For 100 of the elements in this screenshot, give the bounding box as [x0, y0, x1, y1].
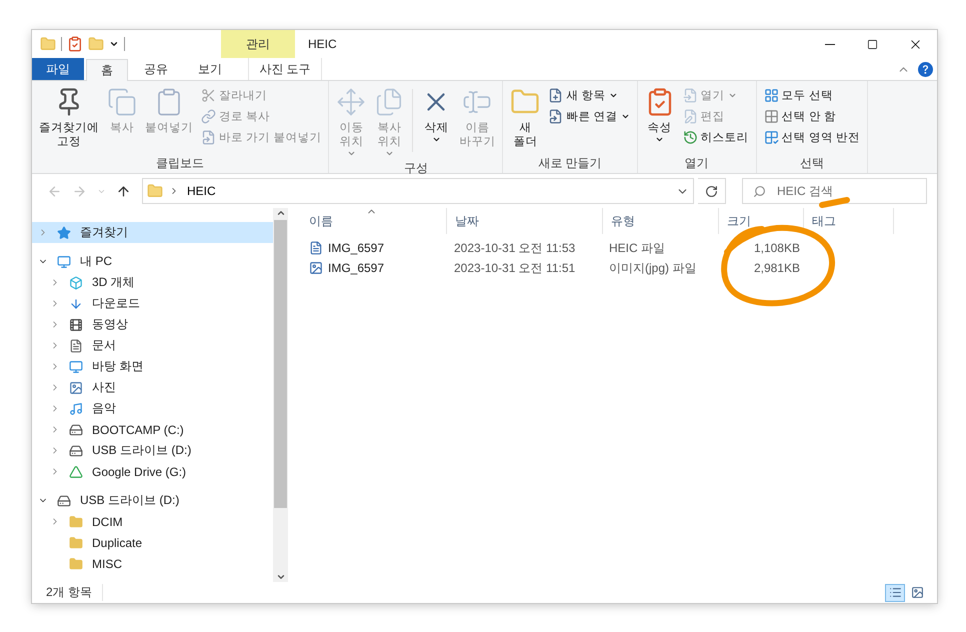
tree-item[interactable]: DCIM: [32, 511, 273, 532]
scroll-down-icon[interactable]: [276, 572, 286, 582]
ribbon-button[interactable]: 삭제: [418, 85, 454, 160]
context-tab-group: 관리: [221, 30, 295, 58]
tree-label: 다운로드: [92, 295, 140, 312]
tree-item[interactable]: 문서: [32, 335, 273, 356]
ribbon-tab[interactable]: 보기: [184, 58, 236, 80]
ribbon-icon: [336, 87, 366, 117]
tree-item[interactable]: Duplicate: [32, 532, 273, 553]
column-header[interactable]: 유형: [603, 208, 719, 234]
tree-item[interactable]: USB 드라이브 (D:): [32, 440, 273, 461]
folder-icon[interactable]: [40, 36, 56, 52]
scroll-up-icon[interactable]: [276, 208, 286, 218]
column-header[interactable]: 크기: [719, 208, 804, 234]
ribbon-icon: [764, 88, 779, 102]
ribbon-button[interactable]: 즐겨찾기에 고정: [36, 85, 102, 155]
ribbon-tab[interactable]: 파일: [32, 58, 84, 80]
ribbon-icon: [201, 130, 216, 144]
ribbon-tab[interactable]: 공유: [130, 58, 182, 80]
scrollbar[interactable]: [273, 208, 288, 582]
group-label: 새로 만들기: [537, 155, 603, 172]
date-cell-text: 2023-10-31 오전 11:53: [453, 240, 576, 256]
column-header[interactable]: 태그: [804, 208, 894, 234]
ribbon-icon: [764, 108, 779, 124]
tree-label: 음악: [92, 400, 116, 417]
tree-item[interactable]: Google Drive (G:): [32, 461, 273, 482]
size-cell-text: 1,108KB: [752, 241, 801, 255]
caret-icon: [655, 135, 664, 144]
ribbon-button[interactable]: 빠른 연결: [545, 106, 633, 126]
tree-label: 문서: [92, 337, 116, 354]
type-cell-text: HEIC 파일: [608, 240, 666, 256]
help-icon[interactable]: [918, 62, 933, 76]
ribbon-button[interactable]: 속성: [642, 85, 678, 155]
picture-icon: [68, 380, 84, 396]
tree-label: USB 드라이브 (D:): [80, 492, 180, 509]
star-icon: [56, 224, 72, 240]
tree-item[interactable]: 동영상: [32, 314, 273, 335]
tree-item[interactable]: 즐겨찾기: [32, 222, 273, 243]
ribbon-tab[interactable]: 홈: [86, 59, 128, 81]
caret-icon: [384, 149, 394, 158]
breadcrumb[interactable]: HEIC: [185, 184, 670, 198]
ribbon-button[interactable]: 새 폴더: [507, 85, 544, 155]
tree-item[interactable]: 내 PC: [32, 251, 273, 272]
tree-item[interactable]: BOOTCAMP (C:): [32, 419, 273, 440]
tree-item[interactable]: USB 드라이브 (D:): [32, 490, 273, 511]
name-cell: IMG_6597: [301, 261, 446, 275]
tree-label: 3D 개체: [92, 274, 135, 291]
caret-icon[interactable]: [109, 39, 119, 49]
properties-icon[interactable]: [67, 36, 83, 52]
pc-icon: [56, 254, 72, 270]
tree-label: MISC: [92, 556, 122, 570]
ribbon-button[interactable]: 히스토리: [680, 127, 752, 147]
ribbon-button[interactable]: 모두 선택: [760, 85, 863, 105]
ribbon-icon: [201, 88, 216, 102]
tree-item[interactable]: 음악: [32, 398, 273, 419]
group-label: 열기: [684, 155, 710, 172]
tree-label: 사진: [92, 379, 116, 396]
cube-icon: [68, 274, 84, 290]
tree-label: 동영상: [92, 316, 128, 333]
column-header[interactable]: 날짜: [447, 208, 603, 234]
tree-label: Duplicate: [92, 536, 142, 550]
tree-label: Google Drive (G:): [92, 464, 186, 478]
ribbon-icon: [548, 108, 564, 124]
address-bar[interactable]: HEIC: [142, 178, 694, 204]
ribbon-icon: [682, 108, 698, 124]
ribbon-icon: [764, 130, 779, 144]
window-title: HEIC: [307, 36, 338, 53]
group-label: 클립보드: [155, 155, 206, 172]
details-icon: [888, 586, 902, 599]
file-icon: [309, 241, 323, 255]
tree-item[interactable]: 다운로드: [32, 293, 273, 314]
tree-label: DCIM: [92, 514, 123, 528]
file-icon: [309, 261, 323, 275]
tree-item[interactable]: MISC: [32, 553, 273, 574]
new-folder-icon[interactable]: [88, 36, 104, 52]
file-row[interactable]: IMG_6597 2023-10-31 오전 11:51 이미지(jpg) 파일 2,981KB: [301, 258, 937, 278]
ribbon-icon: [682, 88, 698, 102]
maximize-icon: [867, 38, 878, 50]
tree-item[interactable]: 사진: [32, 377, 273, 398]
refresh-button[interactable]: [698, 178, 726, 204]
ribbon-icon: [201, 108, 216, 124]
ribbon-button[interactable]: 새 항목: [545, 85, 633, 105]
tree-item[interactable]: 바탕 화면: [32, 356, 273, 377]
ribbon-icon: [107, 87, 137, 117]
details-view-button[interactable]: [885, 584, 905, 602]
ribbon-button[interactable]: 선택 영역 반전: [760, 127, 863, 147]
column-header[interactable]: 이름: [301, 208, 447, 234]
folder-icon: [68, 534, 84, 550]
large-icons-icon: [910, 586, 924, 599]
annotation-stroke: [819, 197, 850, 208]
tree-item[interactable]: 3D 개체: [32, 272, 273, 293]
group-label: 선택: [798, 155, 825, 172]
folder-icon: [147, 183, 163, 199]
ribbon-button[interactable]: 선택 안 함: [760, 106, 863, 126]
tree-label: 즐겨찾기: [80, 224, 128, 241]
group-label: 구성: [402, 160, 429, 177]
arrow-icon: [72, 184, 87, 198]
search-field[interactable]: HEIC 검색: [742, 178, 927, 204]
file-row[interactable]: IMG_6597 2023-10-31 오전 11:53 HEIC 파일 1,108KB: [301, 238, 937, 258]
tree-label: 바탕 화면: [92, 358, 144, 375]
